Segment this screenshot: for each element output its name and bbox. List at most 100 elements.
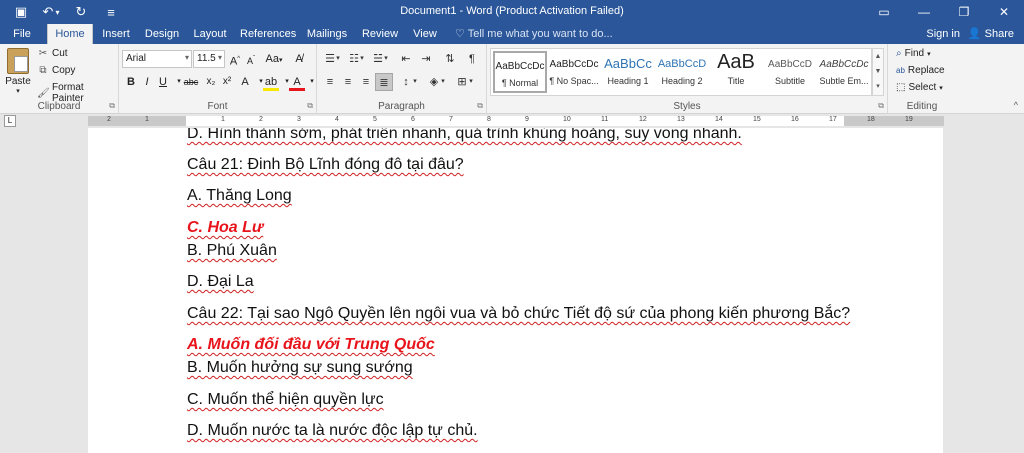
gallery-down-icon[interactable]: ▼ bbox=[873, 64, 883, 79]
answer-text[interactable]: C. Hoa Lư bbox=[187, 219, 263, 237]
style-subtitle[interactable]: AaBbCcD Subtitle bbox=[763, 51, 817, 93]
paragraph-text[interactable]: Câu 22: Tại sao Ngô Quyền lên ngôi vua v… bbox=[187, 305, 850, 323]
borders-dropdown-icon[interactable]: ▾ bbox=[467, 73, 475, 91]
tab-home[interactable]: Home bbox=[47, 24, 93, 45]
align-center-icon[interactable]: ≡ bbox=[339, 73, 357, 91]
pilcrow-icon[interactable]: ¶ bbox=[463, 50, 481, 68]
font-size-dropdown-icon: ▾ bbox=[217, 53, 222, 62]
style-sample: AaBbCcDc bbox=[819, 59, 869, 70]
paragraph-run: B. Phú Xuân bbox=[187, 242, 277, 259]
ruler-tick-label: 11 bbox=[601, 116, 609, 123]
style-no-spacing[interactable]: AaBbCcDc ¶ No Spac... bbox=[547, 51, 601, 93]
align-left-icon[interactable]: ≡ bbox=[321, 73, 339, 91]
shading-dropdown-icon[interactable]: ▾ bbox=[439, 73, 447, 91]
text-effects-icon[interactable]: A bbox=[237, 73, 253, 91]
tab-selector-icon[interactable]: L bbox=[4, 115, 16, 127]
paragraph-group-label: Paragraph bbox=[378, 101, 425, 112]
ribbon-display-icon[interactable]: ▭ bbox=[864, 0, 904, 24]
change-case-button[interactable]: Aa▾ bbox=[263, 50, 285, 68]
bold-button[interactable]: B bbox=[123, 73, 139, 91]
paragraph-launcher-icon[interactable]: ⧉ bbox=[477, 101, 483, 111]
font-launcher-icon[interactable]: ⧉ bbox=[307, 101, 313, 111]
shrink-font-button[interactable]: Aˇ bbox=[243, 50, 259, 68]
style-sample: AaBbCcD bbox=[768, 59, 812, 70]
clipboard-group: Paste ▾ ✂ Cut ⧉ Copy 🖌 Format Painter Cl… bbox=[0, 44, 119, 114]
styles-gallery-scroll[interactable]: ▲ ▼ ▾ bbox=[872, 48, 884, 96]
paragraph-text[interactable]: Câu 21: Đinh Bộ Lĩnh đóng đô tại đâu? bbox=[187, 156, 464, 174]
subscript-button[interactable]: x₂ bbox=[203, 73, 219, 91]
sort-icon[interactable]: ⇅ bbox=[441, 50, 459, 68]
ruler-tick-label: 10 bbox=[563, 116, 571, 123]
highlight-icon[interactable]: ab bbox=[263, 73, 279, 91]
clear-formatting-icon[interactable]: A̸ bbox=[291, 50, 307, 68]
tab-references[interactable]: References bbox=[240, 24, 296, 44]
document-page[interactable]: D. Hình thành sớm, phát triển nhanh, quá… bbox=[88, 128, 943, 453]
find-dropdown-icon: ▾ bbox=[927, 50, 931, 58]
replace-button[interactable]: ab Replace bbox=[896, 65, 945, 76]
strikethrough-button[interactable]: abc bbox=[181, 73, 201, 91]
restore-icon[interactable]: ❐ bbox=[944, 0, 984, 24]
font-size-box[interactable]: 11.5 ▾ bbox=[193, 50, 225, 68]
style-name: Subtle Em... bbox=[819, 76, 869, 86]
grow-font-button[interactable]: A^ bbox=[227, 50, 243, 68]
line-spacing-dropdown-icon[interactable]: ▾ bbox=[411, 73, 419, 91]
paragraph-run: Câu 21: Đinh Bộ Lĩnh đóng đô tại đâu? bbox=[187, 156, 464, 173]
ruler-tick-label: 8 bbox=[487, 116, 491, 123]
bullets-dropdown-icon[interactable]: ▾ bbox=[334, 50, 342, 68]
paste-dropdown-icon: ▾ bbox=[16, 88, 20, 95]
tab-file[interactable]: File bbox=[6, 24, 38, 44]
tab-review[interactable]: Review bbox=[360, 24, 400, 44]
horizontal-ruler[interactable]: 2 1 1 2 3 4 5 6 7 8 9 10 11 12 13 14 15 16 17 18 19 bbox=[88, 116, 944, 126]
brush-icon: 🖌 bbox=[37, 87, 50, 99]
gallery-more-icon[interactable]: ▾ bbox=[873, 79, 883, 94]
paragraph-text[interactable]: D. Muốn nước ta là nước độc lập tự chủ. bbox=[187, 422, 478, 440]
font-color-button[interactable]: A bbox=[289, 73, 305, 91]
tab-design[interactable]: Design bbox=[142, 24, 182, 44]
underline-button[interactable]: U bbox=[155, 73, 171, 91]
ruler-tick-label: 15 bbox=[753, 116, 761, 123]
style-heading-1[interactable]: AaBbCc Heading 1 bbox=[601, 51, 655, 93]
tab-view[interactable]: View bbox=[408, 24, 442, 44]
select-button[interactable]: ⬚ Select ▾ bbox=[896, 82, 943, 93]
cut-button[interactable]: ✂ Cut bbox=[37, 48, 68, 59]
collapse-ribbon-icon[interactable]: ^ bbox=[1014, 100, 1018, 110]
copy-button[interactable]: ⧉ Copy bbox=[37, 65, 75, 76]
paragraph-text[interactable]: D. Đại La bbox=[187, 273, 254, 291]
minimize-icon[interactable]: — bbox=[904, 0, 944, 24]
styles-group-label: Styles bbox=[673, 101, 701, 112]
answer-text[interactable]: A. Muốn đối đầu với Trung Quốc bbox=[187, 336, 435, 354]
align-right-icon[interactable]: ≡ bbox=[357, 73, 375, 91]
tab-layout[interactable]: Layout bbox=[190, 24, 230, 44]
tab-insert[interactable]: Insert bbox=[98, 24, 134, 44]
styles-launcher-icon[interactable]: ⧉ bbox=[878, 101, 884, 111]
style-title[interactable]: AaB Title bbox=[709, 51, 763, 93]
ruler-tick-label: 13 bbox=[677, 116, 685, 123]
close-icon[interactable]: ✕ bbox=[984, 0, 1024, 24]
style-subtle-emphasis[interactable]: AaBbCcDc Subtle Em... bbox=[817, 51, 871, 93]
multilevel-dropdown-icon[interactable]: ▾ bbox=[382, 50, 390, 68]
tell-me-box[interactable]: ♡ Tell me what you want to do... bbox=[455, 24, 613, 44]
style-heading-2[interactable]: AaBbCcD Heading 2 bbox=[655, 51, 709, 93]
tab-mailings[interactable]: Mailings bbox=[304, 24, 350, 44]
paragraph-text[interactable]: B. Phú Xuân bbox=[187, 242, 277, 260]
paste-button[interactable]: Paste ▾ bbox=[4, 48, 32, 95]
decrease-indent-icon[interactable]: ⇤ bbox=[397, 50, 415, 68]
superscript-button[interactable]: x² bbox=[219, 73, 235, 91]
increase-indent-icon[interactable]: ⇥ bbox=[417, 50, 435, 68]
sign-in-link[interactable]: Sign in bbox=[926, 24, 960, 44]
paragraph-text[interactable]: B. Muốn hưởng sự sung sướng bbox=[187, 359, 413, 377]
clipboard-launcher-icon[interactable]: ⧉ bbox=[109, 101, 115, 111]
share-button[interactable]: 👤 Share bbox=[968, 24, 1014, 44]
gallery-up-icon[interactable]: ▲ bbox=[873, 49, 883, 64]
justify-icon[interactable]: ≣ bbox=[375, 73, 393, 91]
paragraph-text[interactable]: D. Hình thành sớm, phát triển nhanh, quá… bbox=[187, 128, 742, 143]
italic-button[interactable]: I bbox=[139, 73, 155, 91]
font-family-box[interactable]: Arial ▾ bbox=[122, 50, 192, 68]
paragraph-text[interactable]: C. Muốn thể hiện quyền lực bbox=[187, 391, 384, 409]
find-button[interactable]: ⌕ Find ▾ bbox=[896, 48, 931, 59]
paragraph-run: D. Hình thành sớm, phát triển nhanh, quá… bbox=[187, 128, 742, 142]
paragraph-run: Câu 22: Tại sao Ngô Quyền lên ngôi vua v… bbox=[187, 305, 851, 322]
paragraph-text[interactable]: A. Thăng Long bbox=[187, 187, 292, 205]
style-normal[interactable]: AaBbCcDc ¶ Normal bbox=[493, 51, 547, 93]
numbering-dropdown-icon[interactable]: ▾ bbox=[358, 50, 366, 68]
